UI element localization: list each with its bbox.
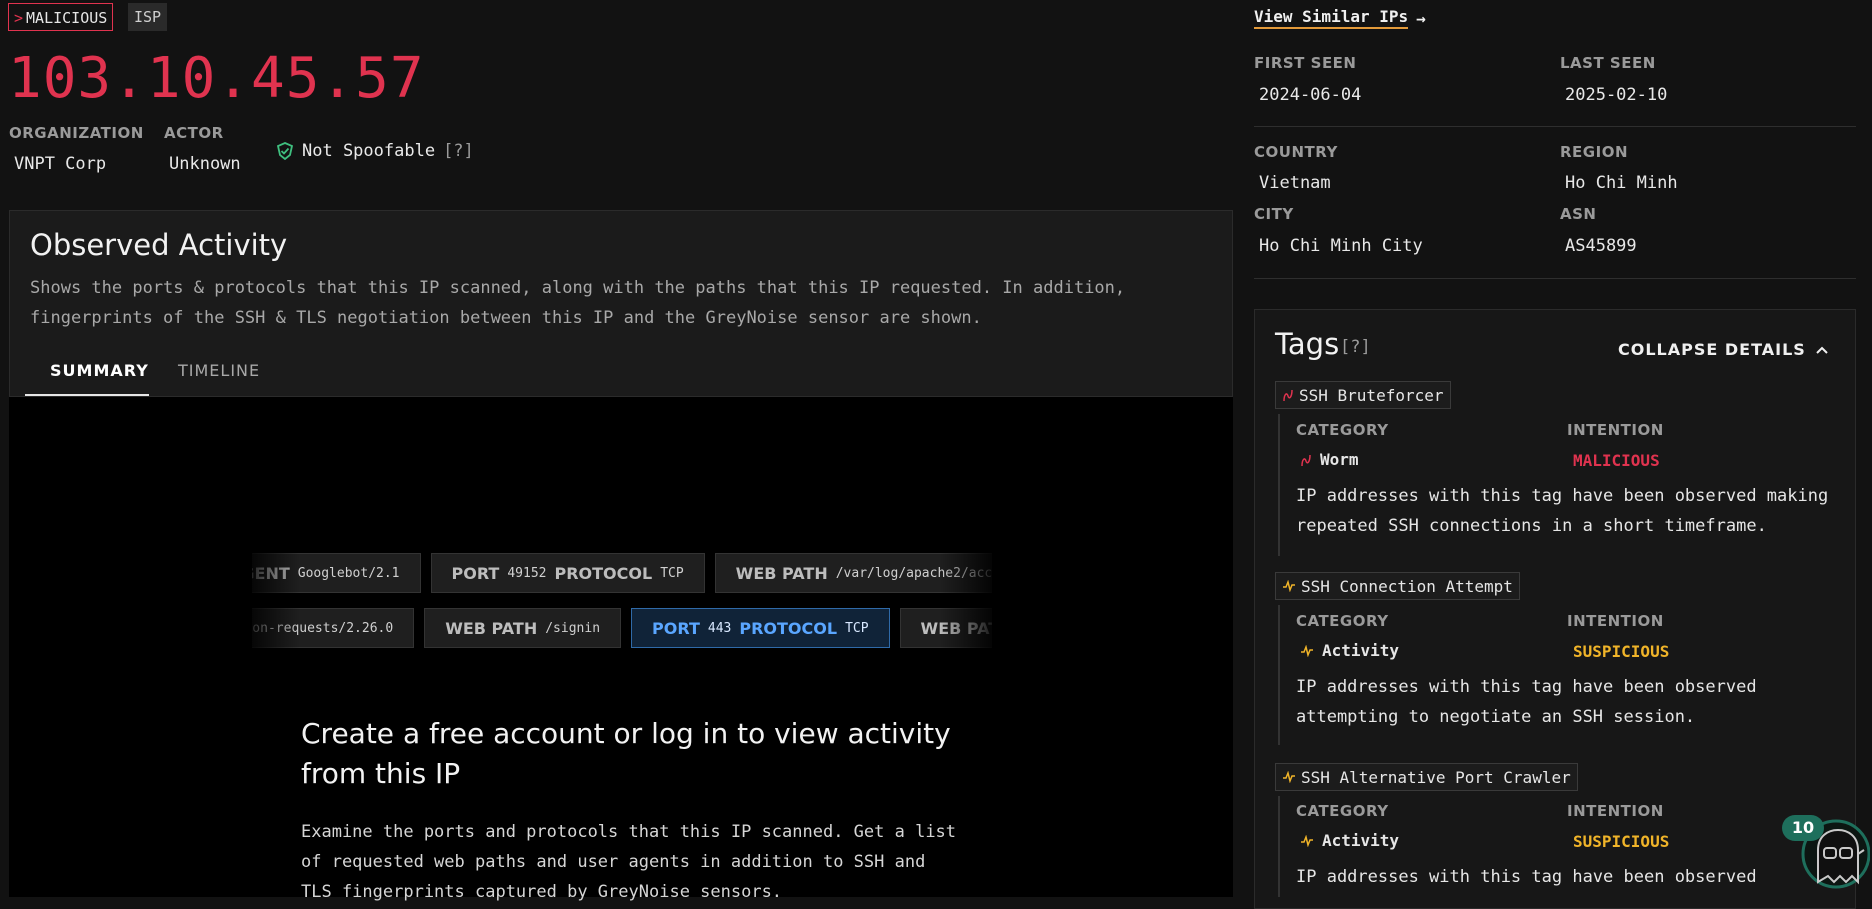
tag-2-intention-label: INTENTION — [1567, 612, 1664, 630]
tag-2-detail-line — [1278, 605, 1280, 745]
ip-address: 103.10.45.57 — [8, 46, 425, 111]
city-value: Ho Chi Minh City — [1259, 236, 1423, 256]
divider-location — [1254, 278, 1856, 279]
tab-summary[interactable]: SUMMARY — [50, 361, 149, 380]
tag-1-category: Worm — [1300, 450, 1359, 469]
arrow-right-icon: → — [1416, 8, 1426, 28]
last-seen-label: LAST SEEN — [1560, 54, 1656, 72]
city-label: CITY — [1254, 205, 1294, 223]
last-seen-value: 2025-02-10 — [1565, 85, 1668, 105]
tag-3-description: IP addresses with this tag have been obs… — [1296, 867, 1757, 887]
activity-pulse-icon — [1283, 580, 1295, 592]
view-similar-ips-link[interactable]: View Similar IPs → — [1254, 7, 1426, 29]
tag-3-intention-label: INTENTION — [1567, 802, 1664, 820]
chip-port-49152: PORT 49152 PROTOCOL TCP — [430, 553, 705, 593]
divider-dates — [1254, 126, 1856, 127]
collapse-details-button[interactable]: COLLAPSE DETAILS — [1618, 340, 1828, 359]
classification-badge: > MALICIOUS — [8, 3, 114, 31]
tag-1-category-label: CATEGORY — [1296, 421, 1389, 439]
asn-label: ASN — [1560, 205, 1597, 223]
chip-port-443: PORT 443 PROTOCOL TCP — [631, 608, 890, 648]
observed-activity-title: Observed Activity — [30, 228, 288, 262]
tag-2-category: Activity — [1300, 641, 1399, 660]
tag-3-category: Activity — [1300, 831, 1399, 850]
activity-chips: AGENT Googlebot/2.1 PORT 49152 PROTOCOL … — [252, 551, 992, 651]
chips-fade-left — [240, 545, 300, 655]
tag-1-intention-label: INTENTION — [1567, 421, 1664, 439]
signup-cta-description: Examine the ports and protocols that thi… — [301, 822, 957, 902]
assistant-count-badge[interactable]: 10 — [1782, 815, 1824, 841]
organization-value: VNPT Corp — [14, 154, 107, 174]
tag-ssh-connection-attempt[interactable]: SSH Connection Attempt — [1275, 572, 1520, 600]
first-seen-label: FIRST SEEN — [1254, 54, 1357, 72]
asn-value: AS45899 — [1565, 236, 1637, 256]
chevron-up-icon — [1816, 346, 1828, 354]
chips-fade-right — [940, 545, 1000, 655]
region-label: REGION — [1560, 143, 1628, 161]
tag-3-category-label: CATEGORY — [1296, 802, 1389, 820]
tags-help[interactable]: [?] — [1340, 337, 1371, 357]
actor-label: ACTOR — [164, 124, 224, 142]
spoofable-help[interactable]: [?] — [443, 141, 474, 161]
worm-icon — [1301, 454, 1311, 466]
isp-badge: ISP — [128, 3, 168, 31]
tag-1-description: IP addresses with this tag have been obs… — [1296, 486, 1829, 536]
worm-icon — [1283, 389, 1293, 402]
tag-ssh-bruteforcer[interactable]: SSH Bruteforcer — [1275, 381, 1451, 409]
chip-row-2: python-requests/2.26.0 WEB PATH /signin … — [252, 608, 992, 648]
country-value: Vietnam — [1259, 173, 1331, 193]
tag-1-detail-line — [1278, 414, 1280, 556]
tags-title: Tags — [1275, 327, 1340, 361]
tab-timeline[interactable]: TIMELINE — [178, 361, 260, 380]
region-value: Ho Chi Minh — [1565, 173, 1678, 193]
tag-2-category-label: CATEGORY — [1296, 612, 1389, 630]
tag-3-detail-line — [1278, 796, 1280, 897]
activity-pulse-icon — [1283, 771, 1295, 783]
observed-activity-description: Shows the ports & protocols that this IP… — [30, 278, 1126, 328]
signup-cta-title: Create a free account or log in to view … — [301, 717, 951, 790]
tag-3-intention: SUSPICIOUS — [1573, 832, 1670, 851]
tag-2-description: IP addresses with this tag have been obs… — [1296, 677, 1757, 727]
chip-row-1: AGENT Googlebot/2.1 PORT 49152 PROTOCOL … — [252, 553, 992, 593]
tag-1-intention: MALICIOUS — [1573, 451, 1660, 470]
spoofable-status: Not Spoofable [?] — [276, 141, 474, 161]
first-seen-value: 2024-06-04 — [1259, 85, 1362, 105]
country-label: COUNTRY — [1254, 143, 1338, 161]
organization-label: ORGANIZATION — [9, 124, 144, 142]
spoofable-text: Not Spoofable — [302, 141, 436, 161]
actor-value: Unknown — [169, 154, 241, 174]
activity-pulse-icon — [1301, 644, 1313, 657]
activity-pulse-icon — [1301, 834, 1313, 847]
tag-2-intention: SUSPICIOUS — [1573, 642, 1670, 661]
shield-check-icon — [276, 142, 294, 160]
chip-web-path-signin: WEB PATH /signin — [424, 608, 622, 648]
tag-ssh-alternative-port-crawler[interactable]: SSH Alternative Port Crawler — [1275, 763, 1578, 791]
